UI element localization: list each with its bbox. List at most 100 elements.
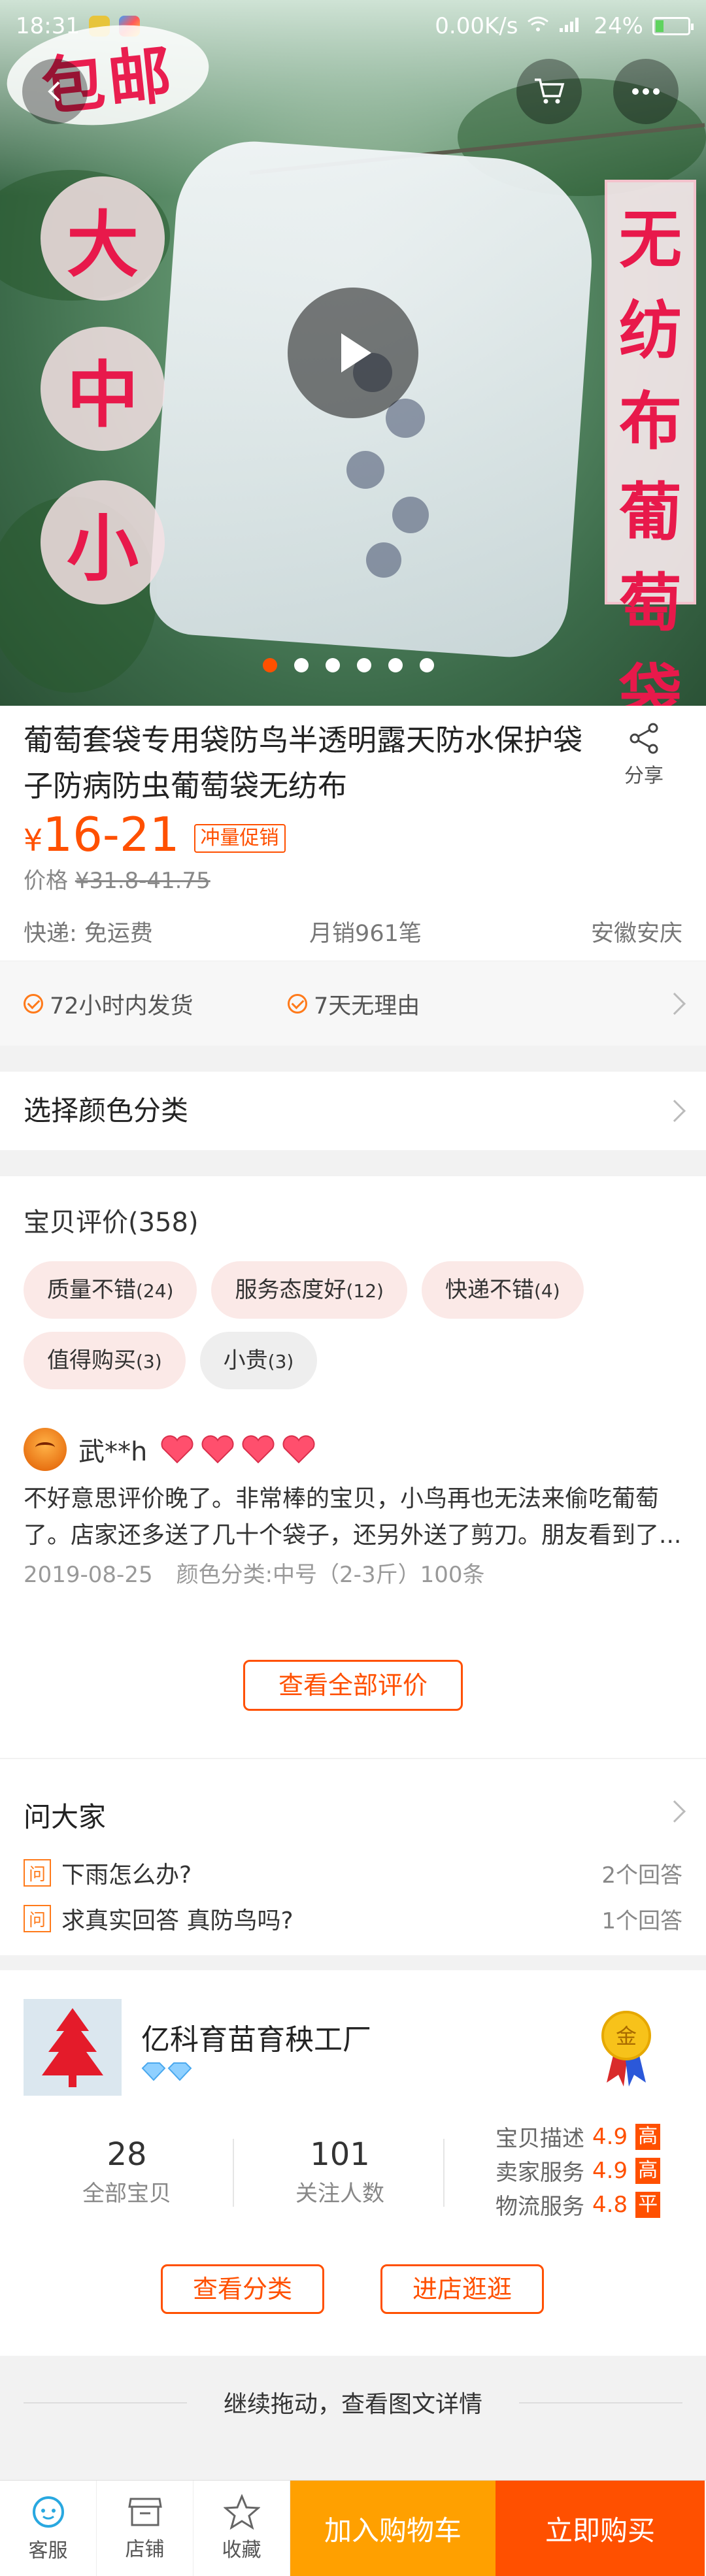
shop-score: 卖家服务 4.9 高: [496, 2155, 661, 2187]
size-label-large: 大: [41, 176, 165, 301]
chevron-right-icon: [664, 1800, 686, 1823]
review-meta: 2019-08-25 颜色分类:中号（2-3斤）100条: [24, 1557, 484, 1589]
shop-name[interactable]: 亿科育苗育秧工厂: [141, 2016, 371, 2058]
carousel-dot[interactable]: [357, 658, 371, 672]
carousel-dot[interactable]: [420, 658, 434, 672]
product-name-banner: 无 纺 布 葡 萄 袋: [605, 180, 696, 706]
chat-icon: [32, 2496, 64, 2528]
heart-icon: [159, 1435, 195, 1464]
heart-icon: [199, 1435, 236, 1464]
delivery-meta: 快递: 免运费 月销961笔 安徽安庆: [24, 915, 682, 948]
shipping-fee: 快递: 免运费: [24, 921, 153, 947]
question-text: 下雨怎么办?: [61, 1862, 192, 1889]
review-tag[interactable]: 值得购买(3): [24, 1332, 186, 1389]
gold-seller-badge-icon: 金: [600, 2009, 652, 2088]
service-item: 7天无理由: [288, 961, 420, 1046]
view-all-reviews-button[interactable]: 查看全部评价: [243, 1660, 463, 1711]
monthly-sales: 月销961笔: [309, 921, 422, 947]
currency-symbol: ¥: [24, 823, 43, 858]
divider: [443, 2139, 445, 2207]
original-price-label: 价格: [24, 868, 68, 894]
promo-tag: 冲量促销: [193, 824, 286, 853]
reviews-title[interactable]: 宝贝评价(358): [24, 1201, 199, 1239]
reviewer-name: 武**h: [78, 1437, 148, 1467]
answer-count: 1个回答: [601, 1907, 682, 1934]
tree-logo-icon: [42, 2008, 103, 2087]
question-item[interactable]: 问 求真实回答 真防鸟吗? 1个回答: [24, 1902, 682, 1936]
store-button[interactable]: 店铺: [97, 2481, 193, 2576]
visit-shop-button[interactable]: 进店逛逛: [380, 2264, 544, 2314]
carousel-dot[interactable]: [263, 658, 277, 672]
heart-icon: [240, 1435, 277, 1464]
share-icon: [630, 723, 658, 754]
review-tag[interactable]: 服务态度好(12): [211, 1261, 407, 1319]
reviewer: 武**h: [24, 1428, 317, 1471]
size-label-medium: 中: [41, 327, 165, 451]
cart-button[interactable]: [516, 59, 582, 124]
more-icon: [632, 88, 660, 95]
share-button[interactable]: 分享: [608, 721, 680, 788]
product-info: 葡萄套袋专用袋防鸟半透明露天防水保护袋子防病防虫葡萄袋无纺布 分享 ¥ 16-2…: [0, 706, 706, 961]
reviewer-level: [159, 1435, 317, 1464]
size-label-small: 小: [41, 480, 165, 604]
battery-percent: 24%: [594, 13, 643, 39]
service-guarantees[interactable]: 72小时内发货 7天无理由: [0, 961, 706, 1046]
product-image-carousel[interactable]: 18:31 0.00K/s 24% 包邮 大 中 小 无 纺 布 葡 萄 袋: [0, 0, 706, 706]
carousel-dot[interactable]: [326, 658, 340, 672]
check-circle-icon: [24, 994, 43, 1014]
review-tag[interactable]: 质量不错(24): [24, 1261, 197, 1319]
video-play-button[interactable]: [288, 288, 418, 418]
more-button[interactable]: [613, 59, 679, 124]
heart-icon: [280, 1435, 317, 1464]
bottom-action-bar: 客服 店铺 收藏 加入购物车 立即购买: [0, 2480, 706, 2576]
ship-location: 安徽安庆: [590, 921, 682, 947]
shop-logo[interactable]: [24, 1999, 122, 2096]
service-item: 72小时内发货: [24, 961, 193, 1046]
review-tag[interactable]: 小贵(3): [199, 1332, 318, 1389]
signal-icon: [558, 13, 584, 39]
customer-service-button[interactable]: 客服: [0, 2481, 97, 2576]
question-text: 求真实回答 真防鸟吗?: [61, 1907, 294, 1934]
carousel-dot[interactable]: [388, 658, 403, 672]
product-title: 葡萄套袋专用袋防鸟半透明露天防水保护袋子防病防虫葡萄袋无纺布: [24, 723, 583, 803]
carousel-dot[interactable]: [294, 658, 309, 672]
network-speed: 0.00K/s: [435, 13, 518, 39]
avatar: [24, 1428, 67, 1471]
question-badge-icon: 问: [24, 1905, 51, 1932]
svg-text:金: 金: [616, 2024, 637, 2049]
review-date: 2019-08-25: [24, 1562, 153, 1588]
back-button[interactable]: [22, 59, 88, 124]
review-variant: 颜色分类:中号（2-3斤）100条: [176, 1562, 485, 1588]
store-icon: [127, 2498, 162, 2526]
wifi-icon: [527, 13, 549, 39]
chevron-right-icon: [664, 1100, 686, 1122]
shop-rating-diamond-icon: [141, 2062, 193, 2087]
view-categories-button[interactable]: 查看分类: [161, 2264, 324, 2314]
star-icon: [223, 2494, 260, 2530]
play-icon: [341, 333, 371, 372]
color-select-label: 选择颜色分类: [24, 1095, 189, 1127]
share-label: 分享: [624, 765, 664, 787]
grape: [392, 497, 429, 533]
buy-now-button[interactable]: 立即购买: [496, 2481, 705, 2576]
grape: [346, 451, 384, 489]
shop-section: 亿科育苗育秧工厂 金 28 全部宝贝 101 关注人数 宝贝描述 4.9 高 卖家服…: [0, 1970, 706, 2356]
original-price: ¥31.8-41.75: [75, 868, 210, 894]
favorite-button[interactable]: 收藏: [193, 2481, 290, 2576]
shop-score: 物流服务 4.8 平: [496, 2188, 661, 2221]
price-value: 16-21: [42, 807, 180, 862]
review-text[interactable]: 不好意思评价晚了。非常棒的宝贝，小鸟再也无法来偷吃葡萄了。店家还多送了几十个袋子…: [24, 1481, 684, 1554]
shop-stat-followers[interactable]: 101 关注人数: [242, 2136, 438, 2207]
color-variant-selector[interactable]: 选择颜色分类: [0, 1072, 706, 1150]
question-item[interactable]: 问 下雨怎么办? 2个回答: [24, 1856, 682, 1890]
reviews-section: 宝贝评价(358) 质量不错(24) 服务态度好(12) 快递不错(4) 值得购…: [0, 1176, 706, 1758]
add-to-cart-button[interactable]: 加入购物车: [290, 2481, 496, 2576]
grape: [366, 542, 401, 578]
cart-icon: [535, 78, 565, 104]
back-arrow-icon: [48, 81, 60, 102]
shop-stat-items[interactable]: 28 全部宝贝: [29, 2136, 225, 2207]
review-tags: 质量不错(24) 服务态度好(12) 快递不错(4) 值得购买(3) 小贵(3): [24, 1261, 684, 1389]
review-tag[interactable]: 快递不错(4): [421, 1261, 584, 1319]
ask-everyone-section[interactable]: 问大家 问 下雨怎么办? 2个回答 问 求真实回答 真防鸟吗? 1个回答: [0, 1759, 706, 1955]
carousel-indicator: [263, 658, 434, 672]
